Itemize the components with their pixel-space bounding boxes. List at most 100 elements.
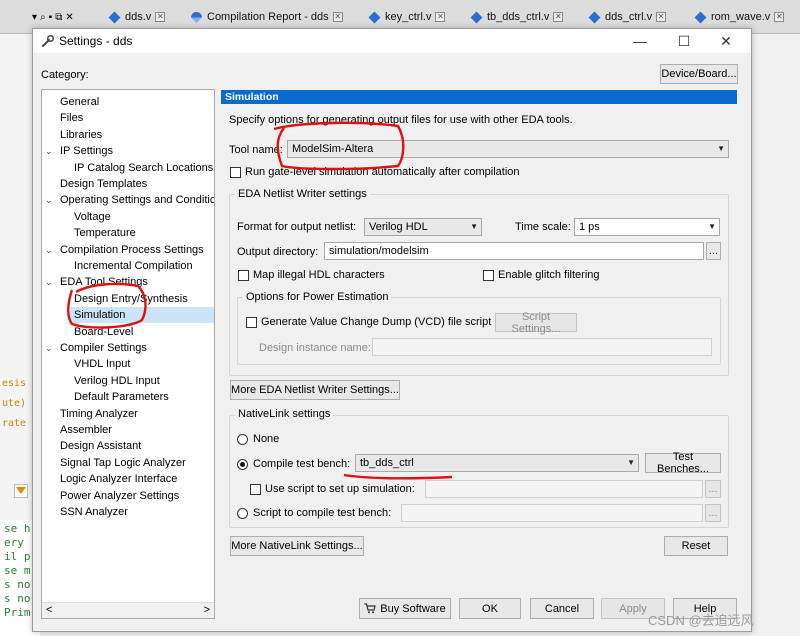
tree-item[interactable]: ⌄ Compiler Settings — [42, 340, 214, 356]
tab-controls[interactable]: ▾ ⌕ ▪ ⧉ ✕ — [32, 8, 74, 26]
file-tab-key-ctrl[interactable]: key_ctrl.v ✕ — [364, 6, 449, 28]
tree-item[interactable]: Libraries — [42, 127, 214, 143]
run-gate-level-checkbox[interactable] — [230, 167, 241, 178]
tree-item[interactable]: ⌄ Compilation Process Settings — [42, 242, 214, 258]
tree-item-label: Temperature — [74, 227, 136, 240]
file-tab-rom-wave[interactable]: rom_wave.v ✕ — [690, 6, 788, 28]
chevron-down-icon[interactable]: ⌄ — [45, 242, 55, 258]
tree-item[interactable]: Design Assistant — [42, 438, 214, 454]
maximize-button[interactable]: ☐ — [669, 31, 699, 51]
tree-item[interactable]: Simulation — [70, 307, 214, 324]
verilog-file-icon — [694, 11, 707, 23]
tree-item[interactable]: Power Analyzer Settings — [42, 488, 214, 504]
close-tab-icon[interactable]: ✕ — [155, 12, 166, 22]
tree-horizontal-scrollbar[interactable]: < > — [42, 602, 214, 618]
file-tab-compilation-report[interactable]: Compilation Report - dds ✕ — [186, 6, 347, 28]
tool-name-label: Tool name: — [229, 144, 283, 156]
vcd-checkbox[interactable] — [246, 317, 257, 328]
tree-item-label: Default Parameters — [74, 391, 169, 404]
test-benches-button[interactable]: Test Benches... — [645, 451, 721, 475]
tool-name-dropdown[interactable]: ModelSim-Altera ▼ — [287, 140, 729, 158]
tree-item[interactable]: ⌄ Operating Settings and Conditic — [42, 192, 214, 208]
tree-item[interactable]: Default Parameters — [42, 389, 214, 405]
compile-test-bench-dropdown[interactable]: tb_dds_ctrl ▼ — [355, 454, 639, 472]
chevron-down-icon[interactable]: ⌄ — [45, 340, 55, 356]
close-tabs-icon[interactable]: ✕ — [65, 12, 73, 23]
tree-item[interactable]: Design Entry/Synthesis — [42, 291, 214, 307]
tree-item[interactable]: ⌄ IP Settings — [42, 143, 214, 159]
script-compile-browse-button[interactable]: ... — [705, 504, 721, 522]
close-tab-icon[interactable]: ✕ — [435, 12, 446, 22]
dialog-titlebar[interactable]: Settings - dds — ☐ ✕ — [33, 29, 751, 53]
use-script-checkbox[interactable] — [250, 484, 261, 495]
output-dir-input[interactable]: simulation/modelsim — [324, 242, 704, 260]
tree-item[interactable]: ⌄ EDA Tool Settings — [42, 274, 214, 290]
tree-item[interactable]: Board-Level — [42, 324, 214, 340]
none-radio[interactable] — [237, 434, 248, 445]
script-compile-radio[interactable] — [237, 508, 248, 519]
chevron-down-icon[interactable]: ⌄ — [45, 192, 55, 208]
scroll-left-icon[interactable]: < — [46, 604, 52, 616]
report-icon — [191, 11, 202, 23]
search-icon[interactable]: ⌕ — [40, 12, 46, 23]
enable-glitch-checkbox[interactable] — [483, 270, 494, 281]
chevron-down-icon: ▼ — [708, 222, 716, 231]
buy-software-button[interactable]: Buy Software — [359, 598, 451, 619]
tree-item[interactable]: Temperature — [42, 225, 214, 241]
tree-item[interactable]: General — [42, 94, 214, 110]
minimize-button[interactable]: — — [625, 31, 655, 51]
tree-item[interactable]: SSN Analyzer — [42, 504, 214, 520]
filter-icon[interactable] — [14, 484, 28, 498]
compile-test-bench-radio[interactable] — [237, 459, 248, 470]
tab-menu-icon[interactable]: ▾ — [32, 12, 37, 23]
tree-item[interactable]: Logic Analyzer Interface — [42, 471, 214, 487]
tree-item[interactable]: Voltage — [42, 209, 214, 225]
tree-item[interactable]: IP Catalog Search Locations — [42, 160, 214, 176]
map-illegal-checkbox[interactable] — [238, 270, 249, 281]
run-gate-level-label: Run gate-level simulation automatically … — [245, 166, 520, 178]
use-script-browse-button[interactable]: ... — [705, 480, 721, 498]
scroll-right-icon[interactable]: > — [204, 604, 210, 616]
settings-dialog: Settings - dds — ☐ ✕ Category: Device/Bo… — [32, 28, 752, 632]
close-tab-icon[interactable]: ✕ — [553, 12, 564, 22]
reset-button[interactable]: Reset — [664, 536, 728, 556]
script-compile-label: Script to compile test bench: — [253, 507, 392, 519]
messages-fragment: ute) — [2, 398, 27, 409]
tree-item[interactable]: VHDL Input — [42, 356, 214, 372]
chevron-down-icon[interactable]: ⌄ — [45, 274, 55, 290]
cancel-button[interactable]: Cancel — [530, 598, 594, 619]
file-tab-dds-ctrl[interactable]: dds_ctrl.v ✕ — [584, 6, 670, 28]
close-tab-icon[interactable]: ✕ — [774, 12, 785, 22]
category-tree[interactable]: General Files Libraries ⌄ IP Settings IP Cata… — [41, 89, 215, 619]
script-compile-input[interactable] — [401, 504, 703, 522]
close-tab-icon[interactable]: ✕ — [656, 12, 667, 22]
file-tab-dds[interactable]: dds.v ✕ — [104, 6, 169, 28]
more-nativelink-button[interactable]: More NativeLink Settings... — [230, 536, 364, 556]
tree-item[interactable]: Timing Analyzer — [42, 406, 214, 422]
more-eda-netlist-button[interactable]: More EDA Netlist Writer Settings... — [230, 380, 400, 400]
power-estimation-group-title: Options for Power Estimation — [243, 291, 392, 303]
close-button[interactable]: ✕ — [711, 31, 741, 51]
vcd-label: Generate Value Change Dump (VCD) file sc… — [261, 316, 492, 328]
restore-icon[interactable]: ⧉ — [55, 12, 62, 23]
tree-item[interactable]: Assembler — [42, 422, 214, 438]
pin-icon[interactable]: ▪ — [49, 12, 53, 23]
format-dropdown[interactable]: Verilog HDL ▼ — [364, 218, 482, 236]
tree-item-label: General — [60, 96, 100, 108]
script-settings-button[interactable]: Script Settings... — [495, 311, 577, 335]
tree-item[interactable]: Verilog HDL Input — [42, 373, 214, 389]
output-dir-browse-button[interactable]: ... — [706, 242, 721, 260]
tree-item[interactable]: Files — [42, 110, 214, 126]
design-instance-input[interactable] — [372, 338, 712, 356]
close-tab-icon[interactable]: ✕ — [332, 12, 343, 22]
time-scale-dropdown[interactable]: 1 ps ▼ — [574, 218, 720, 236]
tree-item[interactable]: Incremental Compilation — [42, 258, 214, 274]
ok-button[interactable]: OK — [459, 598, 521, 619]
chevron-down-icon[interactable]: ⌄ — [45, 143, 55, 159]
use-script-input[interactable] — [425, 480, 703, 498]
tree-item-label: Libraries — [60, 128, 103, 141]
tree-item[interactable]: Signal Tap Logic Analyzer — [42, 455, 214, 471]
device-board-button[interactable]: Device/Board... — [660, 64, 738, 84]
file-tab-tb-dds-ctrl[interactable]: tb_dds_ctrl.v ✕ — [466, 6, 567, 28]
tree-item[interactable]: Design Templates — [42, 176, 214, 192]
